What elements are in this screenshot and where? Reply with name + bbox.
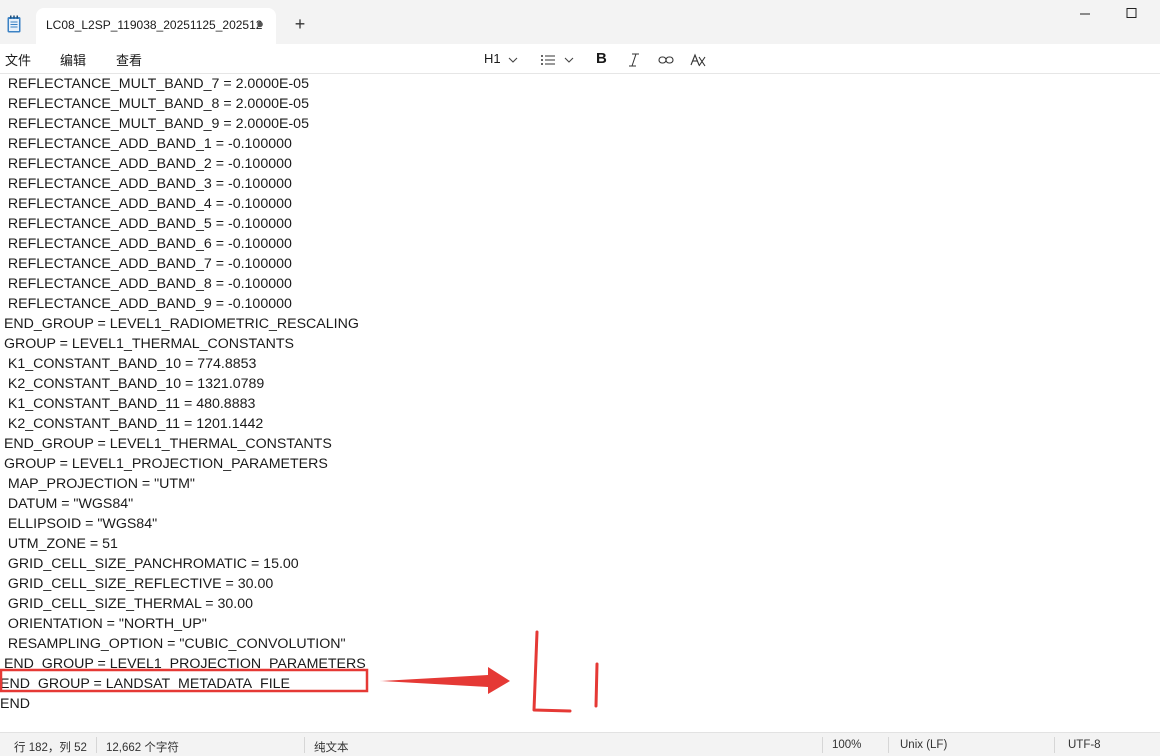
chevron-down-icon xyxy=(564,57,574,63)
text-line: ELLIPSOID = "WGS84" xyxy=(0,516,158,532)
new-tab-button[interactable]: + xyxy=(290,14,310,34)
text-line: REFLECTANCE_MULT_BAND_8 = 2.0000E-05 xyxy=(0,96,309,112)
text-line: END_GROUP = LEVEL1_RADIOMETRIC_RESCALING xyxy=(0,316,359,332)
maximize-icon[interactable] xyxy=(1122,6,1142,22)
text-line: REFLECTANCE_ADD_BAND_6 = -0.100000 xyxy=(0,236,292,252)
text-line: GROUP = LEVEL1_THERMAL_CONSTANTS xyxy=(0,336,294,352)
text-line: REFLECTANCE_ADD_BAND_2 = -0.100000 xyxy=(0,156,292,172)
text-line: GRID_CELL_SIZE_THERMAL = 30.00 xyxy=(0,596,253,612)
text-line: K2_CONSTANT_BAND_10 = 1321.0789 xyxy=(0,376,265,392)
list-dropdown[interactable] xyxy=(540,48,576,70)
text-line: REFLECTANCE_MULT_BAND_9 = 2.0000E-05 xyxy=(0,116,309,132)
text-format[interactable]: 纯文本 xyxy=(314,739,349,755)
encoding[interactable]: UTF-8 xyxy=(1068,739,1101,751)
text-line: END_GROUP = LEVEL1_THERMAL_CONSTANTS xyxy=(0,436,332,452)
text-line: REFLECTANCE_ADD_BAND_7 = -0.100000 xyxy=(0,256,292,272)
line-ending[interactable]: Unix (LF) xyxy=(900,739,947,751)
text-line: RESAMPLING_OPTION = "CUBIC_CONVOLUTION" xyxy=(0,636,346,652)
text-line: MAP_PROJECTION = "UTM" xyxy=(0,476,195,492)
divider xyxy=(96,737,97,753)
divider xyxy=(888,737,889,753)
clear-formatting-icon[interactable] xyxy=(690,48,708,70)
text-line: K1_CONSTANT_BAND_10 = 774.8853 xyxy=(0,356,257,372)
divider xyxy=(304,737,305,753)
zoom-level[interactable]: 100% xyxy=(832,739,861,751)
text-line: END_GROUP = LANDSAT_METADATA_FILE xyxy=(0,676,290,692)
text-line: GRID_CELL_SIZE_REFLECTIVE = 30.00 xyxy=(0,576,274,592)
tab-title: LC08_L2SP_119038_20251125_202512 xyxy=(46,18,263,32)
text-line: END xyxy=(0,696,30,712)
text-line: K2_CONSTANT_BAND_11 = 1201.1442 xyxy=(0,416,264,432)
character-count: 12,662 个字符 xyxy=(106,742,179,754)
notepad-app-icon xyxy=(7,15,21,33)
text-line: REFLECTANCE_ADD_BAND_8 = -0.100000 xyxy=(0,276,292,292)
cursor-position: 行 182，列 52 xyxy=(14,742,87,754)
menu-edit[interactable]: 编辑 xyxy=(60,50,86,69)
status-bar: 行 182，列 52 12,662 个字符 纯文本 100% Unix (LF)… xyxy=(0,732,1160,756)
divider xyxy=(822,737,823,753)
text-line: K1_CONSTANT_BAND_11 = 480.8883 xyxy=(0,396,256,412)
text-line: GRID_CELL_SIZE_PANCHROMATIC = 15.00 xyxy=(0,556,299,572)
heading-label: H1 xyxy=(484,51,501,66)
text-line: UTM_ZONE = 51 xyxy=(0,536,118,552)
text-line: GROUP = LEVEL1_PROJECTION_PARAMETERS xyxy=(0,456,328,472)
text-line: ORIENTATION = "NORTH_UP" xyxy=(0,616,207,632)
heading-dropdown[interactable]: H1 xyxy=(484,48,522,70)
bold-icon[interactable]: B xyxy=(596,48,610,70)
text-line: END_GROUP = LEVEL1_PROJECTION_PARAMETERS xyxy=(0,656,366,672)
bullet-list-icon xyxy=(541,54,555,65)
divider xyxy=(1054,737,1055,753)
text-line: REFLECTANCE_MULT_BAND_7 = 2.0000E-05 xyxy=(0,76,309,92)
minimize-icon[interactable] xyxy=(1076,6,1096,22)
title-bar: LC08_L2SP_119038_20251125_202512 ● + xyxy=(0,0,1160,44)
menu-view[interactable]: 查看 xyxy=(116,50,142,69)
menu-bar: 文件 编辑 查看 H1 B xyxy=(0,44,1160,74)
text-line: REFLECTANCE_ADD_BAND_3 = -0.100000 xyxy=(0,176,292,192)
tab-document[interactable]: LC08_L2SP_119038_20251125_202512 ● xyxy=(36,8,276,44)
text-line: REFLECTANCE_ADD_BAND_1 = -0.100000 xyxy=(0,136,292,152)
text-line: REFLECTANCE_ADD_BAND_5 = -0.100000 xyxy=(0,216,292,232)
link-icon[interactable] xyxy=(658,48,676,70)
text-editor[interactable]: REFLECTANCE_MULT_BAND_7 = 2.0000E-05 REF… xyxy=(0,74,1160,730)
chevron-down-icon xyxy=(508,57,518,63)
text-line: REFLECTANCE_ADD_BAND_9 = -0.100000 xyxy=(0,296,292,312)
text-line: REFLECTANCE_ADD_BAND_4 = -0.100000 xyxy=(0,196,292,212)
text-line: DATUM = "WGS84" xyxy=(0,496,134,512)
italic-icon[interactable] xyxy=(628,48,642,70)
unsaved-dot-icon[interactable]: ● xyxy=(252,16,268,32)
menu-file[interactable]: 文件 xyxy=(5,50,31,69)
